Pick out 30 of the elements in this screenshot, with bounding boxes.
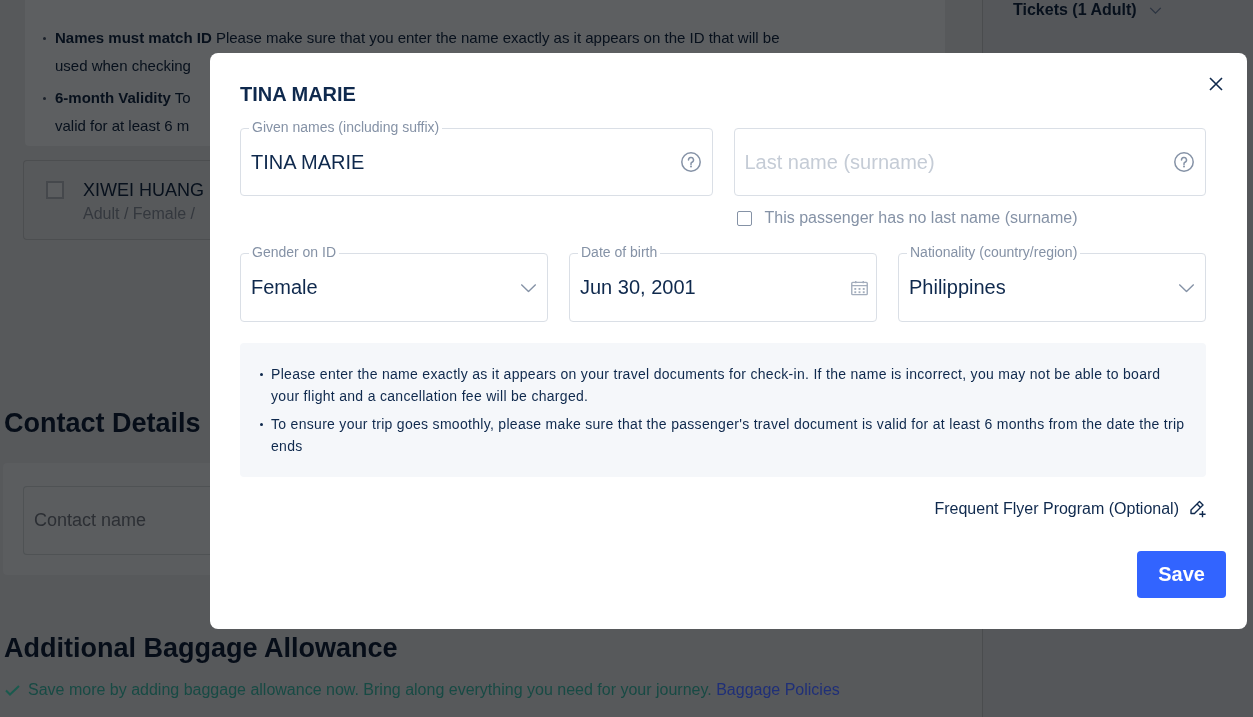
bullet-icon [43, 96, 46, 100]
field-label: Nationality (country/region) [907, 243, 1081, 261]
note-text: Please enter the name exactly as it appears on your travel documents for check-in. If the name is incorrect, you may not be able to board your flight and a cancellation fee will be charged. [271, 365, 1162, 406]
check-icon [5, 684, 20, 696]
notice-line: Names must match ID Please make sure that you enter the name exactly as it appears on the ID that will be [55, 28, 780, 48]
notice-line: used when checking [55, 56, 191, 76]
dialog-title: TINA MARIE [240, 82, 357, 106]
save-button[interactable]: Save [1137, 551, 1226, 598]
bullet-icon [43, 36, 46, 40]
close-icon[interactable] [1209, 77, 1223, 91]
text-input-field[interactable]: Last name (surname) [733, 128, 1206, 196]
calendar-icon [851, 280, 868, 295]
bullet-icon [260, 372, 263, 376]
section-heading: Contact Details [4, 407, 201, 440]
notice-line: valid for at least 6 m [55, 116, 190, 136]
baggage-promo-text: Save more by adding baggage allowance now. Bring along everything you need for your journey. Baggage Policies [28, 680, 840, 700]
bullet-icon [260, 422, 263, 426]
section-heading: Additional Baggage Allowance [4, 632, 398, 665]
chevron-down-icon [1148, 6, 1162, 14]
frequent-flyer-link[interactable]: Frequent Flyer Program (Optional) [934, 499, 1206, 519]
chevron-down-icon [1178, 283, 1195, 292]
passenger-name: XIWEI HUANG [83, 179, 204, 202]
field-label: Given names (including suffix) [249, 118, 443, 136]
note-text: To ensure your trip goes smoothly, please make sure that the passenger's travel document is valid for at least 6 months from the date the trip ends [271, 415, 1186, 456]
help-icon[interactable] [1174, 152, 1194, 172]
notice-line: 6-month Validity To [55, 88, 191, 108]
chevron-down-icon [520, 283, 537, 292]
checkbox[interactable] [736, 210, 752, 226]
help-icon[interactable] [680, 152, 701, 172]
pencil-plus-icon [1188, 500, 1206, 518]
